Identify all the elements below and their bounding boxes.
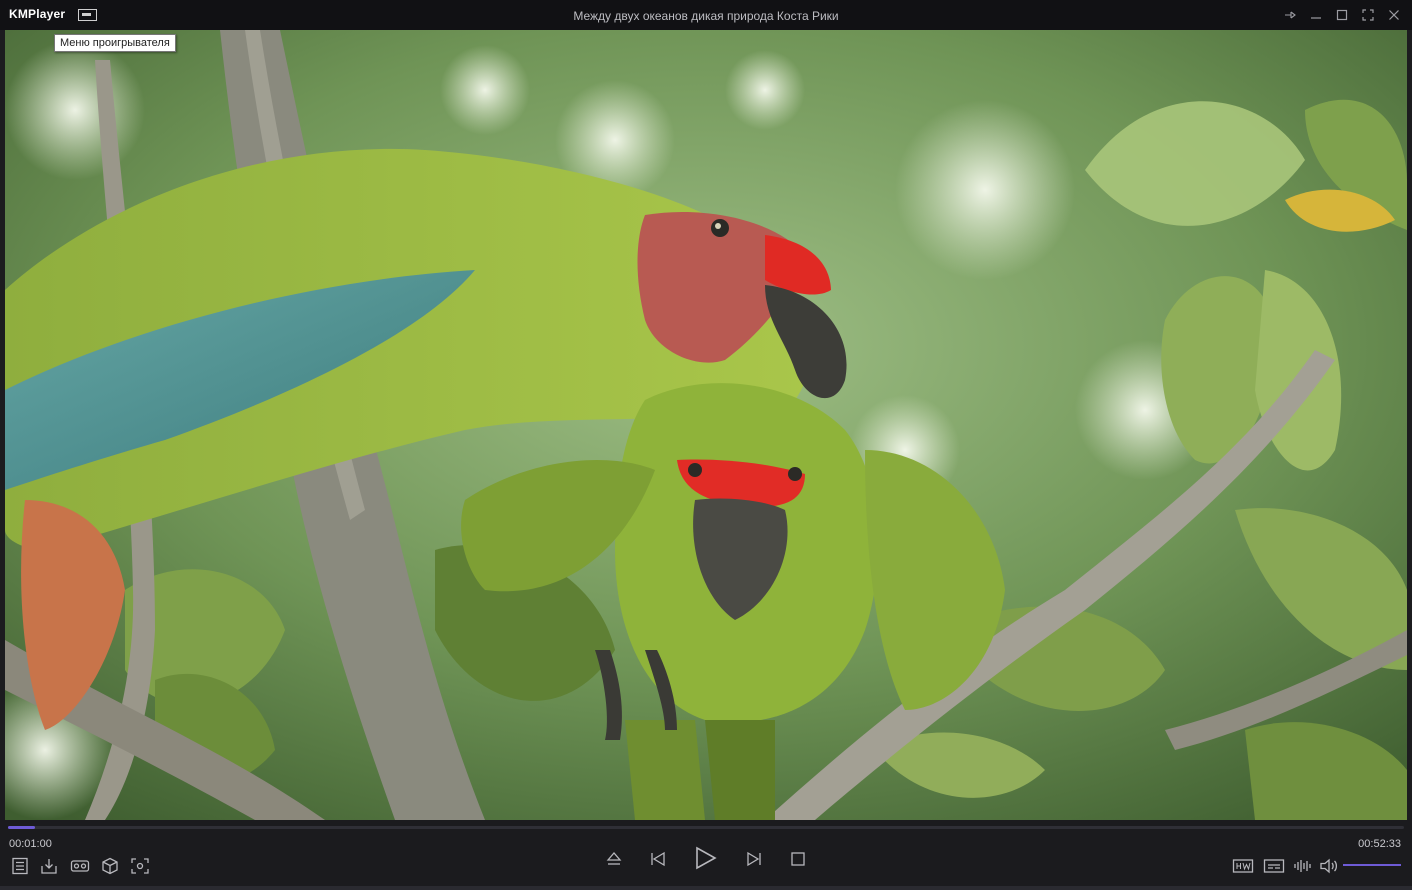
fullscreen-icon[interactable] [1358,5,1378,25]
capture-icon[interactable] [129,856,151,876]
hw-decoder-icon[interactable] [1231,856,1255,876]
eject-icon[interactable] [603,848,625,870]
player-menu-tooltip: Меню проигрывателя [54,34,176,52]
play-icon[interactable] [691,844,719,872]
3d-icon[interactable] [100,856,120,876]
subtitle-icon[interactable] [1262,856,1286,876]
current-time: 00:01:00 [9,838,52,850]
window-title: Между двух океанов дикая природа Коста Р… [573,9,839,23]
total-time: 00:52:33 [1358,838,1401,850]
volume-icon[interactable] [1318,856,1340,876]
pin-icon[interactable] [1280,5,1300,25]
video-frame[interactable] [5,30,1407,820]
close-icon[interactable] [1384,5,1404,25]
playlist-icon[interactable] [10,856,30,876]
next-icon[interactable] [743,848,765,870]
equalizer-icon[interactable] [1292,856,1314,876]
download-icon[interactable] [39,856,59,876]
seek-bar[interactable] [8,826,1404,829]
taskbar-strip [0,886,1412,890]
previous-icon[interactable] [647,848,669,870]
window-controls [1280,5,1404,25]
video-image [5,30,1407,820]
minimize-icon[interactable] [1306,5,1326,25]
title-bar: KMPlayer Между двух океанов дикая природ… [0,0,1412,30]
maximize-icon[interactable] [1332,5,1352,25]
volume-slider[interactable] [1343,864,1401,866]
vr-icon[interactable] [69,856,91,876]
seek-bar-progress [8,826,35,829]
control-bar: 00:01:00 00:52:33 [0,820,1412,890]
stop-icon[interactable] [787,848,809,870]
